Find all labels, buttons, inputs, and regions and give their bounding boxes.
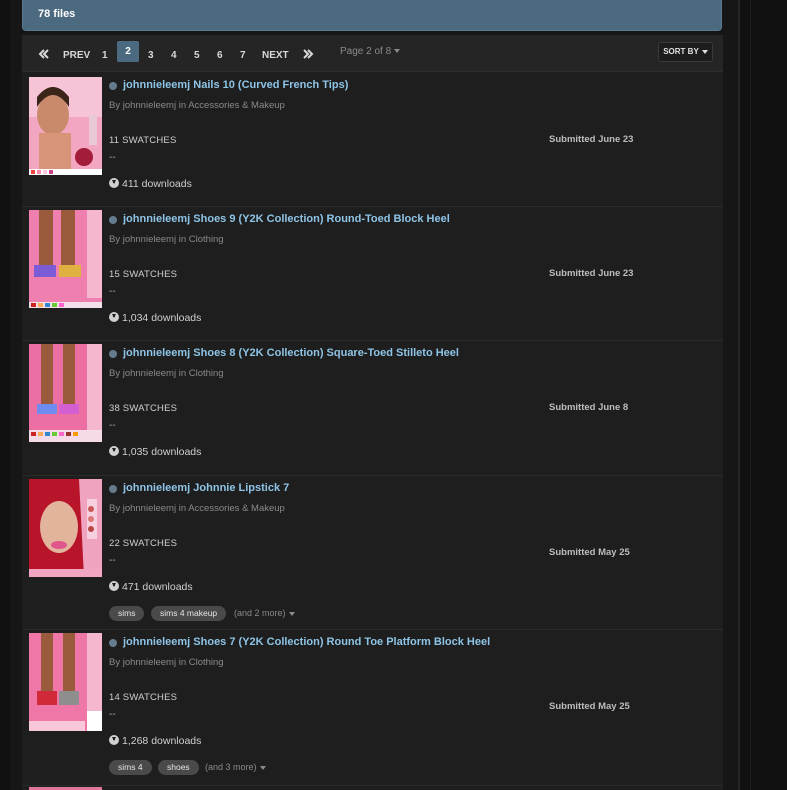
download-icon <box>109 446 119 456</box>
left-edge <box>0 0 10 790</box>
first-page-icon[interactable] <box>37 46 51 62</box>
tag-shoes[interactable]: shoes <box>158 760 199 775</box>
download-count: 1,035 downloads <box>109 446 201 458</box>
page-link-4[interactable]: 4 <box>171 46 177 66</box>
page-link-7[interactable]: 7 <box>240 46 246 66</box>
file-description-extra: -- <box>109 709 116 720</box>
scroll-track <box>750 0 751 790</box>
download-count-text: 1,034 downloads <box>122 312 202 324</box>
chevron-down-icon <box>288 611 295 616</box>
pagination-bar: PREV 1 2 3 4 5 6 7 NEXT Page 2 of 8 SORT… <box>22 35 723 72</box>
file-thumbnail[interactable] <box>29 77 102 175</box>
download-icon <box>109 178 119 188</box>
status-dot <box>109 639 117 647</box>
download-count-text: 1,035 downloads <box>122 446 202 458</box>
download-count: 411 downloads <box>109 178 192 190</box>
prev-button[interactable]: PREV <box>63 46 90 66</box>
download-count: 1,034 downloads <box>109 312 201 324</box>
sort-by-button[interactable]: SORT BY <box>658 42 713 62</box>
more-tags-label: (and 2 more) <box>234 608 286 618</box>
submitted-date: Submitted May 25 <box>549 547 630 558</box>
page-link-1[interactable]: 1 <box>102 46 108 66</box>
more-tags-label: (and 3 more) <box>205 762 257 772</box>
page-link-6[interactable]: 6 <box>217 46 223 66</box>
file-description: 38 SWATCHES <box>109 403 178 414</box>
chevron-down-icon <box>259 765 266 770</box>
submitted-date: Submitted June 23 <box>549 134 634 145</box>
file-byline: By johnnieleemj in Clothing <box>109 368 224 379</box>
download-icon <box>109 735 119 745</box>
file-byline: By johnnieleemj in Accessories & Makeup <box>109 100 285 111</box>
submitted-date: Submitted June 8 <box>549 402 629 413</box>
tag-sims-4-makeup[interactable]: sims 4 makeup <box>151 606 227 621</box>
file-thumbnail[interactable] <box>29 479 102 577</box>
file-description: 11 SWATCHES <box>109 135 177 146</box>
submitted-date: Submitted June 23 <box>549 268 634 279</box>
more-tags-toggle[interactable]: (and 2 more) <box>234 608 295 618</box>
status-dot <box>109 350 117 358</box>
file-count: 78 files <box>38 8 76 20</box>
next-button[interactable]: NEXT <box>262 46 289 66</box>
file-description-extra: -- <box>109 420 116 431</box>
page-link-2-current[interactable]: 2 <box>117 41 139 62</box>
download-icon <box>109 312 119 322</box>
file-description: 15 SWATCHES <box>109 269 178 280</box>
file-title-link[interactable]: johnnieleemj Shoes 8 (Y2K Collection) Sq… <box>123 347 459 359</box>
last-page-icon[interactable] <box>301 46 315 62</box>
page-of-label: Page 2 of 8 <box>340 46 392 57</box>
file-thumbnail[interactable] <box>29 633 102 731</box>
status-dot <box>109 82 117 90</box>
page-link-5[interactable]: 5 <box>194 46 200 66</box>
file-byline: By johnnieleemj in Accessories & Makeup <box>109 503 285 514</box>
file-byline: By johnnieleemj in Clothing <box>109 234 224 245</box>
download-count-text: 411 downloads <box>122 178 192 190</box>
more-tags-toggle[interactable]: (and 3 more) <box>205 762 266 772</box>
file-byline: By johnnieleemj in Clothing <box>109 657 224 668</box>
download-count-text: 471 downloads <box>122 581 193 593</box>
file-description: 14 SWATCHES <box>109 692 178 703</box>
download-count-text: 1,268 downloads <box>122 735 202 747</box>
file-description-extra: -- <box>109 152 116 163</box>
right-gutter <box>740 0 787 790</box>
submitted-date: Submitted May 25 <box>549 701 630 712</box>
page-link-3[interactable]: 3 <box>148 46 154 66</box>
file-description: 22 SWATCHES <box>109 538 178 549</box>
file-list: johnnieleemj Nails 10 (Curved French Tip… <box>22 72 723 790</box>
chevron-down-icon <box>701 49 708 54</box>
file-thumbnail[interactable] <box>29 210 102 308</box>
file-title-link[interactable]: johnnieleemj Shoes 7 (Y2K Collection) Ro… <box>123 636 490 648</box>
tag-sims[interactable]: sims <box>109 606 145 621</box>
file-title-link[interactable]: johnnieleemj Johnnie Lipstick 7 <box>123 482 289 494</box>
file-title-link[interactable]: johnnieleemj Nails 10 (Curved French Tip… <box>123 79 348 91</box>
file-thumbnail[interactable] <box>29 344 102 442</box>
files-header: 78 files <box>22 0 722 31</box>
file-title-link[interactable]: johnnieleemj Shoes 9 (Y2K Collection) Ro… <box>123 213 450 225</box>
tag-sims-4[interactable]: sims 4 <box>109 760 152 775</box>
file-list-item: johnnieleemj Shoes 8 (Y2K Collection) Sq… <box>22 341 723 476</box>
download-count: 1,268 downloads <box>109 735 201 747</box>
file-list-item: johnnieleemj Shoes 9 (Y2K Collection) Ro… <box>22 207 723 341</box>
status-dot <box>109 216 117 224</box>
file-description-extra: -- <box>109 555 116 566</box>
sort-by-label: SORT BY <box>663 47 699 56</box>
file-list-item: johnnieleemj Johnnie Lipstick 7 By johnn… <box>22 476 723 630</box>
chevron-down-icon <box>394 49 401 54</box>
download-icon <box>109 581 119 591</box>
page-jump-dropdown[interactable]: Page 2 of 8 <box>340 46 401 57</box>
file-description-extra: -- <box>109 286 116 297</box>
status-dot <box>109 485 117 493</box>
download-count: 471 downloads <box>109 581 193 593</box>
file-list-item: johnnieleemj Shoes 7 (Y2K Collection) Ro… <box>22 630 723 786</box>
file-list-item: johnnieleemj Nails 10 (Curved French Tip… <box>22 72 723 207</box>
